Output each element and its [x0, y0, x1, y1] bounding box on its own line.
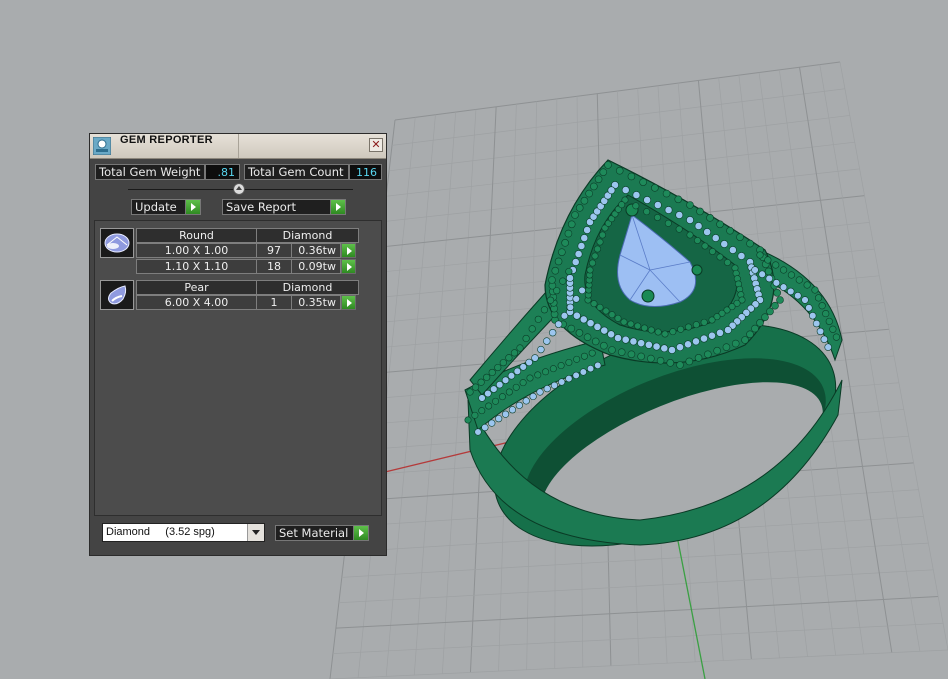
play-icon	[353, 526, 368, 540]
save-report-button[interactable]: Save Report	[222, 199, 346, 215]
close-button[interactable]: ✕	[369, 138, 383, 152]
gem-count-cell: 1	[256, 295, 292, 310]
select-gems-button[interactable]	[341, 259, 356, 274]
update-button[interactable]: Update	[131, 199, 201, 215]
prong	[641, 289, 655, 303]
group-shape-header: Round	[136, 228, 257, 243]
gem-weight-cell: 0.09tw	[291, 259, 341, 274]
select-gems-button[interactable]	[341, 243, 356, 258]
gem-size-cell: 1.00 X 1.00	[136, 243, 257, 258]
prong	[691, 264, 703, 276]
gem-count-cell: 18	[256, 259, 292, 274]
panel-splitter-handle[interactable]	[233, 183, 245, 195]
gem-size-cell: 1.10 X 1.10	[136, 259, 257, 274]
total-gem-count-value: 116	[349, 164, 382, 180]
chevron-down-icon[interactable]	[247, 524, 264, 541]
update-button-label: Update	[135, 200, 177, 214]
select-gems-button[interactable]	[341, 295, 356, 310]
gem-list: Round Diamond 1.00 X 1.00 97 0.36tw 1.10…	[94, 220, 382, 516]
panel-title: GEM REPORTER	[120, 134, 213, 146]
group-shape-header: Pear	[136, 280, 257, 295]
play-icon	[330, 200, 345, 214]
set-material-button-label: Set Material	[279, 526, 349, 540]
total-gem-weight-value: .81	[205, 164, 240, 180]
panel-titlebar[interactable]: GEM REPORTER ✕	[90, 134, 386, 159]
play-icon	[185, 200, 200, 214]
gem-weight-cell: 0.36tw	[291, 243, 341, 258]
gem-size-cell: 6.00 X 4.00	[136, 295, 257, 310]
material-dropdown[interactable]: Diamond (3.52 spg)	[102, 523, 265, 542]
material-dropdown-value: Diamond (3.52 spg)	[106, 526, 215, 538]
gem-weight-cell: 0.35tw	[291, 295, 341, 310]
group-material-header: Diamond	[256, 280, 359, 295]
gem-reporter-app-icon	[93, 137, 111, 155]
total-gem-count-label: Total Gem Count	[244, 164, 349, 180]
group-material-header: Diamond	[256, 228, 359, 243]
total-gem-weight-label: Total Gem Weight	[95, 164, 205, 180]
gem-reporter-panel: GEM REPORTER ✕ Total Gem Weight .81 Tota…	[89, 133, 387, 556]
round-gem-icon	[100, 228, 134, 258]
gem-count-cell: 97	[256, 243, 292, 258]
set-material-button[interactable]: Set Material	[275, 525, 369, 541]
pear-gem-icon	[100, 280, 134, 310]
save-report-button-label: Save Report	[226, 200, 297, 214]
titlebar-divider	[238, 134, 239, 158]
